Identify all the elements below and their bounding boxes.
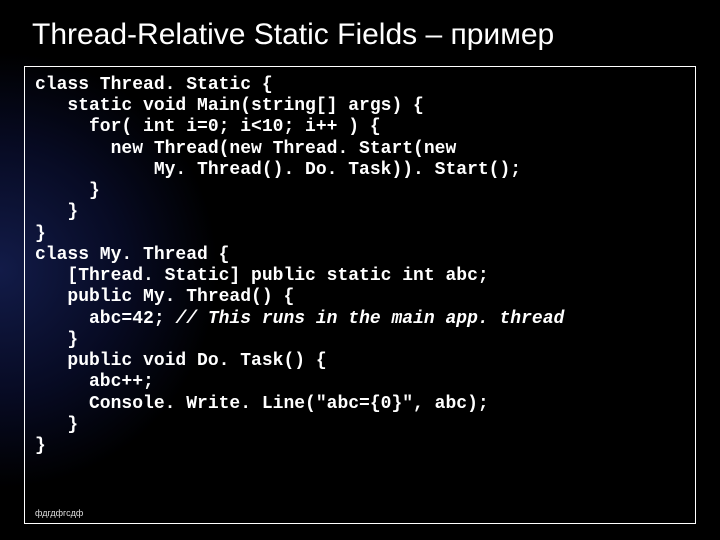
slide: Thread-Relative Static Fields – пример c… <box>0 0 720 540</box>
code-line: Console. Write. Line("abc={0}", abc); <box>35 394 489 414</box>
code-line: class My. Thread { <box>35 245 229 265</box>
code-line: public My. Thread() { <box>35 287 294 307</box>
code-line: class Thread. Static { <box>35 75 273 95</box>
code-line: abc++; <box>35 372 154 392</box>
code-line: abc=42; <box>35 309 175 329</box>
code-comment: // This runs in the main app. thread <box>175 309 564 329</box>
code-line: new Thread(new Thread. Start(new <box>35 139 456 159</box>
footer-text: фдгдфгсдф <box>35 508 83 519</box>
code-line: for( int i=0; i<10; i++ ) { <box>35 117 381 137</box>
code-line: } <box>35 181 100 201</box>
code-line: public void Do. Task() { <box>35 351 327 371</box>
code-line: } <box>35 330 78 350</box>
code-line: static void Main(string[] args) { <box>35 96 424 116</box>
code-line: } <box>35 436 46 456</box>
code-line: My. Thread(). Do. Task)). Start(); <box>35 160 521 180</box>
page-title: Thread-Relative Static Fields – пример <box>32 18 696 52</box>
code-line: } <box>35 202 78 222</box>
code-line: [Thread. Static] public static int abc; <box>35 266 489 286</box>
code-line: } <box>35 224 46 244</box>
code-line: } <box>35 415 78 435</box>
code-block: class Thread. Static { static void Main(… <box>24 66 696 524</box>
